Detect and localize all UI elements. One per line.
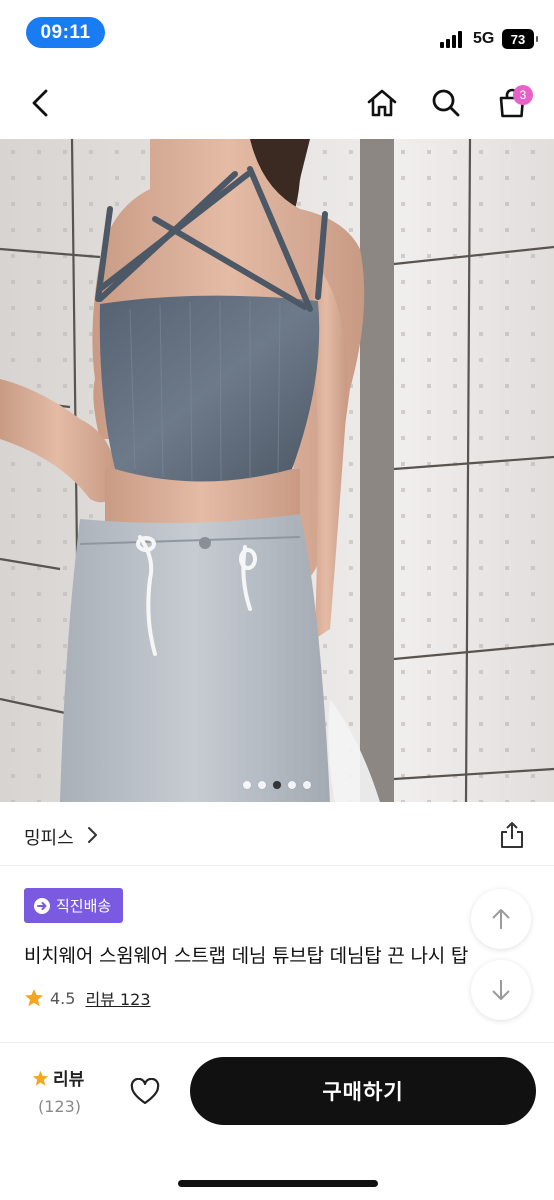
back-icon xyxy=(32,89,48,117)
brand-row: 밍피스 xyxy=(0,802,554,866)
home-icon xyxy=(367,89,397,117)
app-header: 3 xyxy=(0,66,554,140)
status-time: 09:11 xyxy=(26,17,105,48)
product-image-carousel[interactable] xyxy=(0,139,554,802)
chevron-right-icon[interactable] xyxy=(86,826,98,844)
arrow-down-icon xyxy=(492,980,510,1000)
star-icon xyxy=(25,989,43,1007)
carousel-dot[interactable] xyxy=(303,781,311,789)
signal-icon xyxy=(440,31,466,48)
status-bar: 09:11 5G 73 xyxy=(0,0,554,66)
search-icon xyxy=(432,89,460,117)
carousel-dot[interactable] xyxy=(258,781,266,789)
share-button[interactable] xyxy=(493,816,531,854)
rating-row: 4.5 리뷰 123 xyxy=(24,986,151,1010)
review-link[interactable]: 리뷰 123 xyxy=(85,986,150,1010)
battery-icon: 73 xyxy=(502,29,538,49)
star-icon xyxy=(32,1070,49,1086)
review-summary[interactable]: 리뷰 (123) xyxy=(32,1065,102,1116)
wishlist-button[interactable] xyxy=(124,1071,166,1113)
direct-delivery-badge: 직진배송 xyxy=(24,888,124,923)
scroll-up-button[interactable] xyxy=(471,889,531,949)
search-button[interactable] xyxy=(423,80,469,126)
direct-delivery-icon xyxy=(34,897,50,914)
home-indicator xyxy=(178,1180,378,1187)
bottom-action-bar: 리뷰 (123) 구매하기 xyxy=(0,1042,554,1200)
rating-value: 4.5 xyxy=(50,988,76,1008)
network-type: 5G xyxy=(473,30,495,47)
cart-button[interactable]: 3 xyxy=(489,80,535,126)
home-button[interactable] xyxy=(359,80,405,126)
brand-name[interactable]: 밍피스 xyxy=(24,824,74,850)
badge-label: 직진배송 xyxy=(56,897,112,915)
back-button[interactable] xyxy=(18,80,64,126)
carousel-dot[interactable] xyxy=(273,781,281,789)
cart-count-badge: 3 xyxy=(513,85,533,105)
product-title: 비치웨어 스윔웨어 스트랩 데님 튜브탑 데님탑 끈 나시 탑 xyxy=(24,945,469,967)
carousel-indicator xyxy=(0,781,554,789)
carousel-dot[interactable] xyxy=(288,781,296,789)
heart-icon xyxy=(130,1078,160,1105)
carousel-dot[interactable] xyxy=(243,781,251,789)
product-photo xyxy=(0,139,554,802)
arrow-up-icon xyxy=(492,909,510,929)
review-count: (123) xyxy=(38,1097,82,1116)
scroll-down-button[interactable] xyxy=(471,960,531,1020)
share-icon xyxy=(501,822,523,848)
battery-level: 73 xyxy=(510,31,526,47)
buy-button[interactable]: 구매하기 xyxy=(190,1057,536,1125)
review-label: 리뷰 xyxy=(53,1070,85,1090)
